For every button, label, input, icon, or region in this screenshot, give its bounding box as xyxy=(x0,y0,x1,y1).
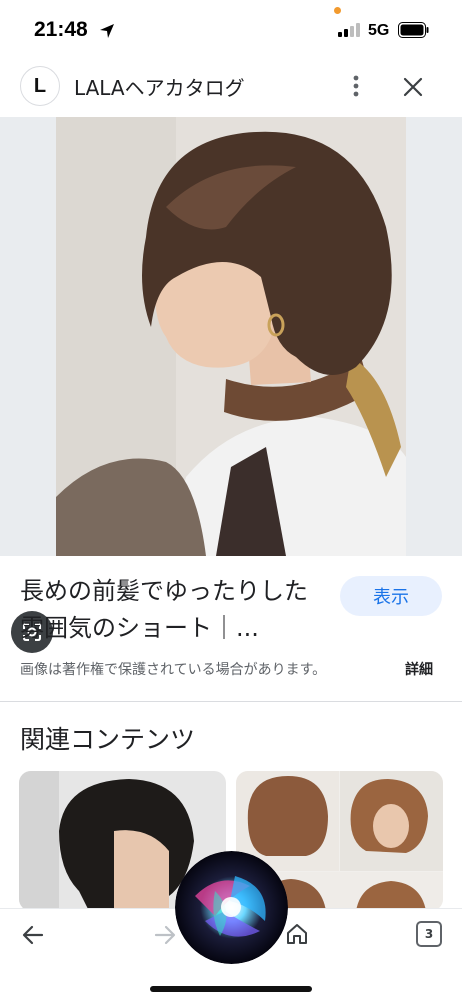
hairstyle-photo[interactable] xyxy=(56,117,406,556)
related-heading: 関連コンテンツ xyxy=(20,725,196,754)
siri-orb-icon[interactable] xyxy=(175,851,288,964)
details-link[interactable]: 詳細 xyxy=(405,659,433,679)
back-arrow-icon[interactable] xyxy=(20,922,46,948)
site-favicon: L xyxy=(20,66,60,106)
tabs-icon[interactable]: 3 xyxy=(416,921,442,947)
home-icon[interactable] xyxy=(284,921,310,947)
image-preview-area xyxy=(0,117,462,653)
site-name[interactable]: LALAヘアカタログ xyxy=(74,72,245,101)
forward-arrow-icon[interactable] xyxy=(152,922,178,948)
home-indicator[interactable] xyxy=(150,986,312,992)
battery-icon xyxy=(398,22,429,38)
location-arrow-icon xyxy=(100,24,114,38)
network-type: 5G xyxy=(368,22,390,39)
section-divider xyxy=(0,701,462,702)
copyright-notice: 画像は著作権で保護されている場合があります。 xyxy=(20,662,327,678)
status-bar: 21:48 5G xyxy=(0,0,462,58)
more-vert-icon[interactable] xyxy=(344,70,368,102)
close-icon[interactable] xyxy=(400,74,426,100)
privacy-indicator-dot xyxy=(334,7,341,14)
signal-icon xyxy=(338,23,362,37)
status-time: 21:48 xyxy=(34,18,88,41)
show-button[interactable]: 表示 xyxy=(340,576,442,616)
page-header: L LALAヘアカタログ xyxy=(0,58,462,116)
result-title[interactable]: 長めの前髪でゆったりした雰囲気のショート｜... xyxy=(20,573,325,647)
